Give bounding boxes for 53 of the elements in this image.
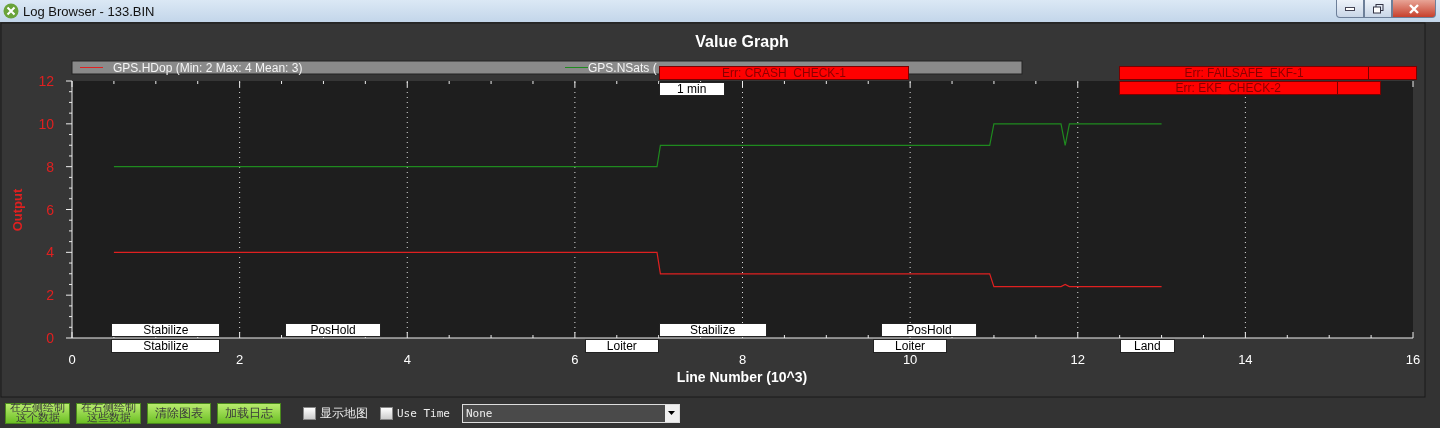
- y-tick-label: 12: [38, 73, 54, 89]
- restore-icon: [1372, 3, 1384, 14]
- x-tick-label: 16: [1405, 352, 1421, 367]
- time-label: 1 min: [658, 82, 725, 96]
- toolbar-button[interactable]: 在右侧绘制 这些数据: [76, 402, 141, 424]
- minimize-icon: [1345, 6, 1355, 11]
- legend-label: GPS.NSats (: [588, 61, 657, 75]
- x-axis-title: Line Number (10^3): [676, 369, 808, 385]
- window-title: Log Browser - 133.BIN: [23, 3, 155, 19]
- x-tick-label: 8: [738, 352, 747, 367]
- mode-label: Loiter: [584, 339, 659, 353]
- legend-label: GPS.HDop (Min: 2 Max: 4 Mean: 3): [113, 61, 303, 75]
- checkbox[interactable]: [303, 406, 316, 420]
- y-tick-label: 8: [46, 158, 54, 175]
- y-tick-label: 4: [46, 244, 54, 261]
- error-bar: Err: CRASH_CHECK-1: [658, 66, 910, 80]
- x-tick-label: 10: [902, 352, 918, 367]
- minimize-button[interactable]: [1336, 0, 1364, 18]
- mode-label: Stabilize: [111, 339, 221, 353]
- mode-label: Loiter: [873, 339, 947, 353]
- x-tick-label: 6: [571, 352, 579, 367]
- x-tick-label: 2: [236, 352, 244, 367]
- toolbar-button[interactable]: 清除图表: [147, 402, 211, 424]
- x-tick-label: 12: [1070, 352, 1085, 367]
- time-dropdown[interactable]: None: [462, 403, 680, 423]
- caret-icon: [668, 411, 676, 415]
- mode-label: PosHold: [284, 323, 382, 337]
- error-bar: Err: EKF_CHECK-2: [1118, 81, 1382, 95]
- y-tick-label: 6: [46, 201, 54, 218]
- mode-label: PosHold: [880, 323, 978, 337]
- x-tick-label: 4: [403, 352, 411, 367]
- mode-label: Land: [1119, 339, 1175, 353]
- mode-label: Stabilize: [658, 323, 767, 337]
- close-icon: [1408, 3, 1420, 14]
- y-tick-label: 10: [38, 115, 54, 132]
- close-button[interactable]: [1392, 0, 1436, 18]
- error-bar: Err: FAILSAFE_EKF-1: [1118, 66, 1418, 80]
- y-axis-title: Output: [10, 188, 25, 232]
- legend-item: GPS.NSats (: [564, 61, 657, 75]
- y-tick-label: 0: [46, 330, 54, 346]
- checkbox[interactable]: [380, 406, 393, 420]
- x-tick-label: 0: [68, 352, 76, 367]
- graph-title: Value Graph: [695, 33, 789, 50]
- x-tick-label: 14: [1238, 352, 1253, 367]
- legend-item: GPS.HDop (Min: 2 Max: 4 Mean: 3): [79, 61, 303, 75]
- mode-label: Stabilize: [111, 323, 221, 337]
- y-tick-label: 2: [46, 287, 54, 304]
- checkbox-label: 显示地图: [320, 404, 368, 422]
- toolbar-button[interactable]: 加载日志: [217, 402, 281, 424]
- checkbox-label: Use Time: [397, 406, 450, 420]
- restore-button[interactable]: [1364, 0, 1392, 18]
- toolbar-button[interactable]: 在左侧绘制 这个数据: [5, 402, 70, 424]
- app-icon: [3, 3, 19, 19]
